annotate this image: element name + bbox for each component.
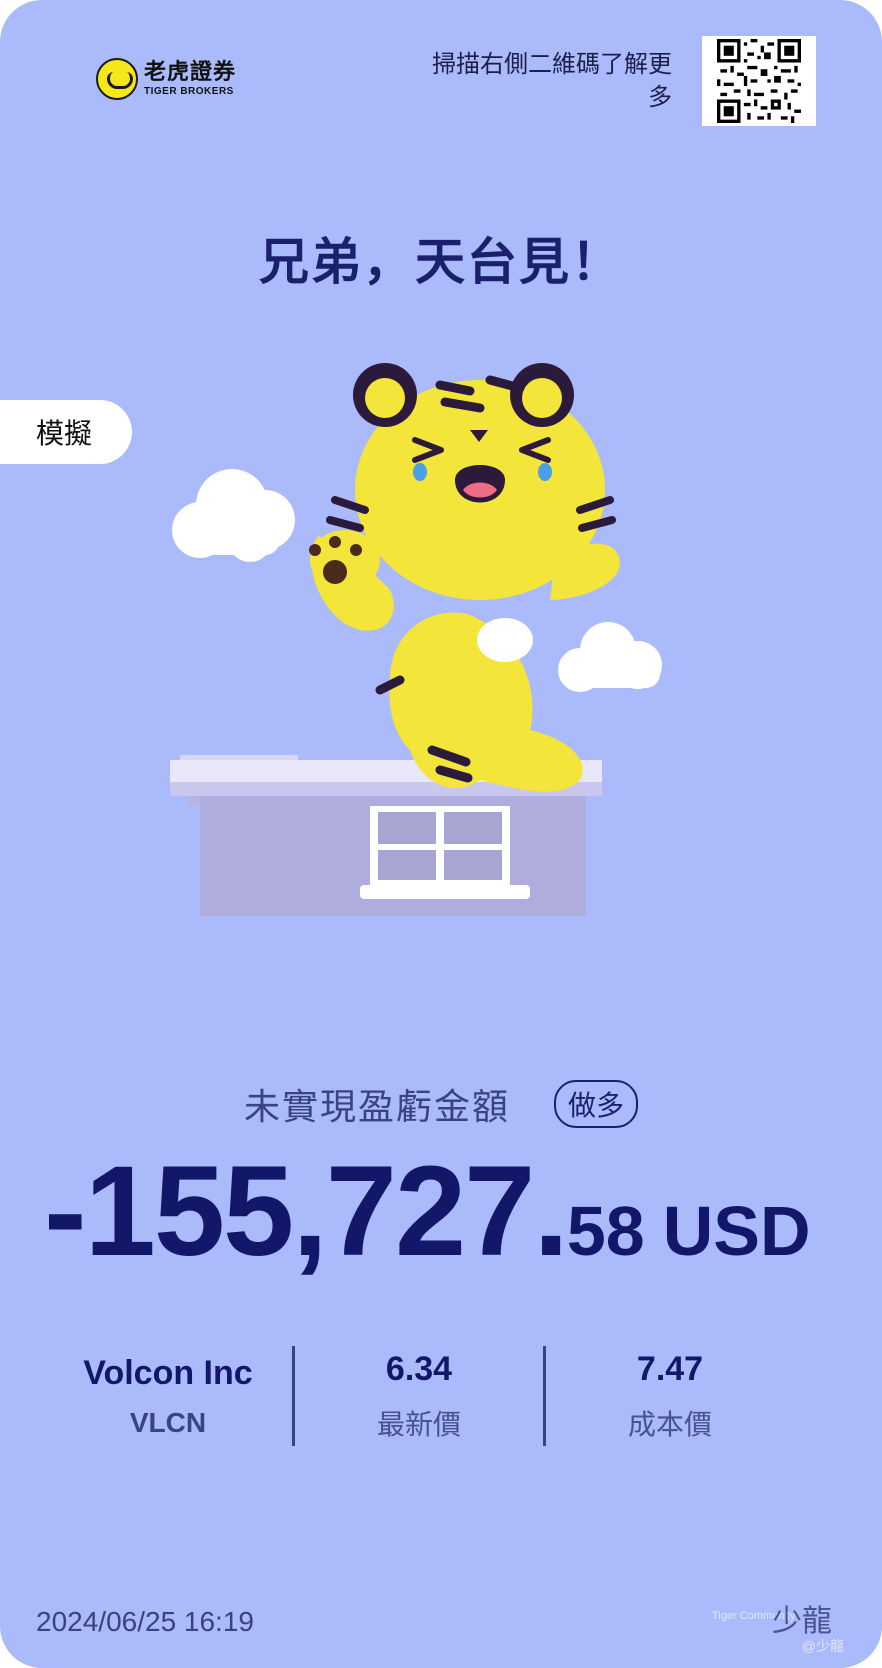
latest-price-value: 6.34	[385, 1349, 453, 1388]
cost-price-value: 7.47	[636, 1349, 704, 1388]
share-card: 老虎證券 TIGER BROKERS 掃描右側二維碼了解更多 兄弟，天台見！ 模…	[0, 0, 882, 1668]
latest-price-label: 最新價	[376, 1408, 461, 1440]
watermark-handle: @少龍	[801, 1638, 844, 1654]
pnl-label-row: 未實現盈虧金額 做多	[0, 1078, 882, 1130]
cloud-right-icon	[558, 622, 662, 692]
stat-company: Volcon Inc VLCN	[44, 1346, 292, 1446]
position-stats: Volcon Inc VLCN 6.34 最新價 7.47 成本價	[44, 1346, 794, 1446]
crying-tiger-on-roof-illustration	[170, 363, 662, 916]
scan-instruction: 掃描右側二維碼了解更多	[432, 51, 672, 111]
timestamp: 2024/06/25 16:19	[36, 1606, 254, 1637]
qr-code-icon	[717, 39, 801, 123]
position-direction-badge: 做多	[554, 1080, 639, 1128]
cloud-left-icon	[172, 469, 295, 562]
headline: 兄弟，天台見！	[259, 234, 623, 290]
pnl-amount: -155,727.58 USD	[44, 1138, 811, 1285]
pnl-currency: USD	[662, 1192, 811, 1270]
ticker-symbol: VLCN	[129, 1406, 207, 1438]
brand-name-cn: 老虎證券	[144, 59, 237, 84]
stat-cost-price: 7.47 成本價	[546, 1346, 794, 1446]
brand-logo-block: 老虎證券 TIGER BROKERS	[96, 58, 236, 100]
watermark-name: 少龍	[772, 1605, 832, 1638]
simulation-tag: 模擬	[0, 400, 132, 464]
stat-latest-price: 6.34 最新價	[295, 1346, 543, 1446]
brand-name-en: TIGER BROKERS	[144, 86, 234, 97]
qr-code[interactable]	[702, 36, 816, 126]
tiger-logo-icon	[96, 58, 138, 100]
cost-price-label: 成本價	[627, 1408, 712, 1440]
tiger-icon	[309, 363, 620, 792]
unrealized-pnl-label: 未實現盈虧金額	[243, 1086, 510, 1127]
pnl-amount-main: -155,727.	[44, 1140, 569, 1283]
company-name: Volcon Inc	[83, 1353, 253, 1392]
community-watermark: Tiger Community 少龍 @少龍	[712, 1596, 862, 1656]
pnl-amount-decimal: 58	[566, 1192, 645, 1270]
